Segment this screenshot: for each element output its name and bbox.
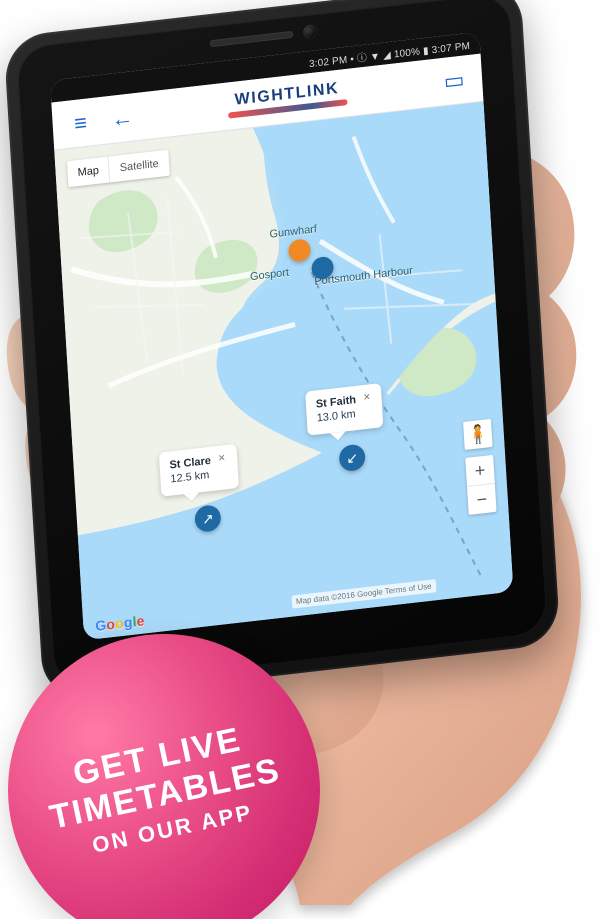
vessel-callout-st-clare[interactable]: St Clare 12.5 km × [158,443,239,497]
back-icon[interactable]: ← [108,103,138,134]
phone-device: 3:02 PM • ⓘ ▼ ◢ 100% ▮ 3:07 PM ≡ ← WIGHT… [3,0,561,703]
page: 3:02 PM • ⓘ ▼ ◢ 100% ▮ 3:07 PM ≡ ← WIGHT… [0,0,601,919]
close-icon[interactable]: × [359,389,374,405]
promo-text: GET LIVE TIMETABLES ON OUR APP [39,715,290,864]
close-icon[interactable]: × [214,450,229,466]
chat-icon[interactable]: ▭ [439,65,469,96]
zoom-out-button[interactable]: − [467,484,497,515]
wightlink-logo: WIGHTLINK [227,80,348,119]
vessel-callout-st-faith[interactable]: St Faith 13.0 km × [305,383,384,436]
zoom-controls: + − [465,454,497,515]
map-type-map-button[interactable]: Map [66,156,111,188]
phone-screen: 3:02 PM • ⓘ ▼ ◢ 100% ▮ 3:07 PM ≡ ← WIGHT… [49,31,514,641]
app-header-right: ▭ [402,63,483,100]
phone-camera-icon [302,24,318,40]
phone-speaker [209,30,294,48]
google-logo-e: e [136,612,146,630]
app-header-left: ≡ ← [52,98,173,140]
zoom-in-button[interactable]: + [465,454,495,487]
map-canvas [54,101,514,641]
pegman-icon[interactable]: 🧍 [463,418,493,451]
map-controls: 🧍 + − [463,418,497,515]
menu-icon[interactable]: ≡ [66,107,96,138]
map-view[interactable]: Map Satellite Gunwharf Gosport Portsmout… [54,101,514,641]
